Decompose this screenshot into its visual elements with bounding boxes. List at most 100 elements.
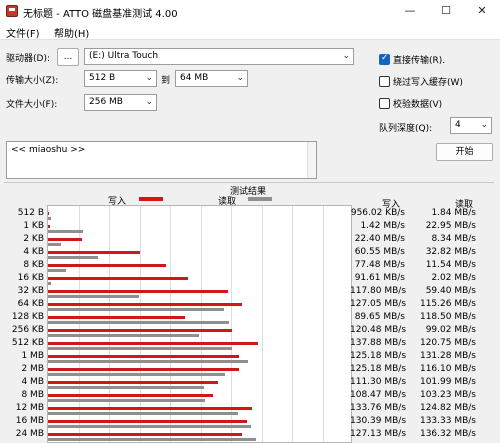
bypass-cache-checkbox[interactable]: [379, 76, 390, 87]
chevron-down-icon: ⌄: [236, 73, 244, 83]
write-value: 125.18 MB/s: [350, 351, 407, 361]
row-size-label: 2 KB: [23, 234, 44, 244]
row-size-label: 2 MB: [21, 364, 44, 374]
read-value: 136.32 MB/s: [419, 429, 476, 439]
read-value: 59.40 MB/s: [425, 286, 476, 296]
title-bar[interactable]: 无标题 - ATTO 磁盘基准测试 4.00 — ☐ ✕: [0, 0, 500, 22]
write-bar: [48, 212, 50, 215]
drive-select[interactable]: (E:) Ultra Touch ⌄: [84, 48, 354, 65]
row-size-label: 256 KB: [11, 325, 44, 335]
write-value: 127.13 MB/s: [350, 429, 407, 439]
transfer-from-select[interactable]: 512 B ⌄: [84, 70, 157, 87]
read-bar: [48, 412, 239, 415]
description-text: << miaoshu >>: [11, 145, 86, 155]
write-bar: [48, 225, 51, 228]
menu-bar: 文件(F) 帮助(H): [0, 22, 500, 40]
write-value: 127.05 MB/s: [350, 299, 407, 309]
drive-select-value: (E:) Ultra Touch: [89, 51, 159, 61]
close-button[interactable]: ✕: [464, 0, 500, 22]
write-value: 1.42 MB/s: [360, 221, 405, 231]
write-bar: [48, 420, 247, 423]
write-value: 133.76 MB/s: [350, 403, 407, 413]
browse-button[interactable]: ...: [57, 48, 79, 66]
read-value: 101.99 MB/s: [419, 377, 476, 387]
window-title: 无标题 - ATTO 磁盘基准测试 4.00: [23, 9, 178, 20]
write-bar: [48, 381, 218, 384]
read-bar: [48, 334, 199, 337]
description-box[interactable]: << miaoshu >>: [6, 141, 317, 179]
start-button[interactable]: 开始: [436, 143, 493, 161]
chevron-down-icon: ⌄: [145, 97, 153, 107]
read-bar: [48, 217, 51, 220]
write-value: 22.40 MB/s: [354, 234, 405, 244]
write-bar: [48, 264, 167, 267]
row-size-label: 4 KB: [23, 247, 44, 257]
row-size-label: 12 MB: [15, 403, 44, 413]
read-bar: [48, 425, 252, 428]
write-bar: [48, 316, 185, 319]
read-bar: [48, 230, 83, 233]
row-size-label: 32 KB: [17, 286, 44, 296]
description-scrollbar[interactable]: [307, 142, 316, 178]
row-size-label: 128 KB: [11, 312, 44, 322]
bypass-cache-label: 绕过写入缓存(W): [393, 78, 463, 88]
row-size-label: 8 KB: [23, 260, 44, 270]
row-size-label: 16 MB: [15, 416, 44, 426]
read-value: 103.23 MB/s: [419, 390, 476, 400]
write-bar: [48, 290, 228, 293]
maximize-button[interactable]: ☐: [428, 0, 464, 22]
menu-file[interactable]: 文件(F): [6, 25, 40, 40]
chevron-down-icon: ⌄: [145, 73, 153, 83]
read-value: 2.02 MB/s: [431, 273, 476, 283]
write-value: 117.80 MB/s: [350, 286, 407, 296]
write-legend-swatch: [139, 197, 163, 201]
results-chart: [47, 205, 352, 443]
minimize-button[interactable]: —: [392, 0, 428, 22]
write-value: 60.55 MB/s: [354, 247, 405, 257]
row-size-label: 1 MB: [21, 351, 44, 361]
write-value: 111.30 MB/s: [350, 377, 407, 387]
read-bar: [48, 438, 256, 441]
row-size-label: 4 MB: [21, 377, 44, 387]
chart-gridline: [261, 206, 263, 442]
read-value: 120.75 MB/s: [419, 338, 476, 348]
read-value: 118.50 MB/s: [419, 312, 476, 322]
read-bar: [48, 386, 204, 389]
transfer-to-select[interactable]: 64 MB ⌄: [175, 70, 248, 87]
write-value: 130.39 MB/s: [350, 416, 407, 426]
read-value: 8.34 MB/s: [431, 234, 476, 244]
write-bar: [48, 433, 242, 436]
read-value: 99.02 MB/s: [425, 325, 476, 335]
write-value: 91.61 MB/s: [354, 273, 405, 283]
chart-gridline: [322, 206, 324, 442]
write-bar: [48, 277, 188, 280]
queue-depth-select[interactable]: 4 ⌄: [450, 117, 492, 134]
write-bar: [48, 407, 252, 410]
read-value: 116.10 MB/s: [419, 364, 476, 374]
read-bar: [48, 373, 226, 376]
read-bar: [48, 295, 139, 298]
read-bar: [48, 399, 206, 402]
write-value: 120.48 MB/s: [350, 325, 407, 335]
write-bar: [48, 329, 232, 332]
read-bar: [48, 256, 99, 259]
row-size-label: 16 KB: [17, 273, 44, 283]
verify-data-checkbox[interactable]: [379, 98, 390, 109]
file-size-select[interactable]: 256 MB ⌄: [84, 94, 157, 111]
transfer-size-label: 传输大小(Z):: [6, 76, 59, 86]
write-value: 137.88 MB/s: [350, 338, 407, 348]
menu-help[interactable]: 帮助(H): [54, 25, 89, 40]
direct-io-checkbox[interactable]: [379, 53, 390, 65]
chevron-down-icon: ⌄: [480, 120, 488, 130]
direct-io-label: 直接传输(R).: [393, 56, 446, 66]
write-bar: [48, 303, 242, 306]
read-bar: [48, 243, 61, 246]
row-size-label: 512 B: [17, 208, 44, 218]
read-bar: [48, 308, 224, 311]
row-size-label: 512 KB: [11, 338, 44, 348]
transfer-to-value: 64 MB: [180, 73, 209, 83]
read-bar: [48, 269, 66, 272]
write-value: 125.18 MB/s: [350, 364, 407, 374]
read-legend-swatch: [248, 197, 272, 201]
transfer-from-value: 512 B: [89, 73, 116, 83]
